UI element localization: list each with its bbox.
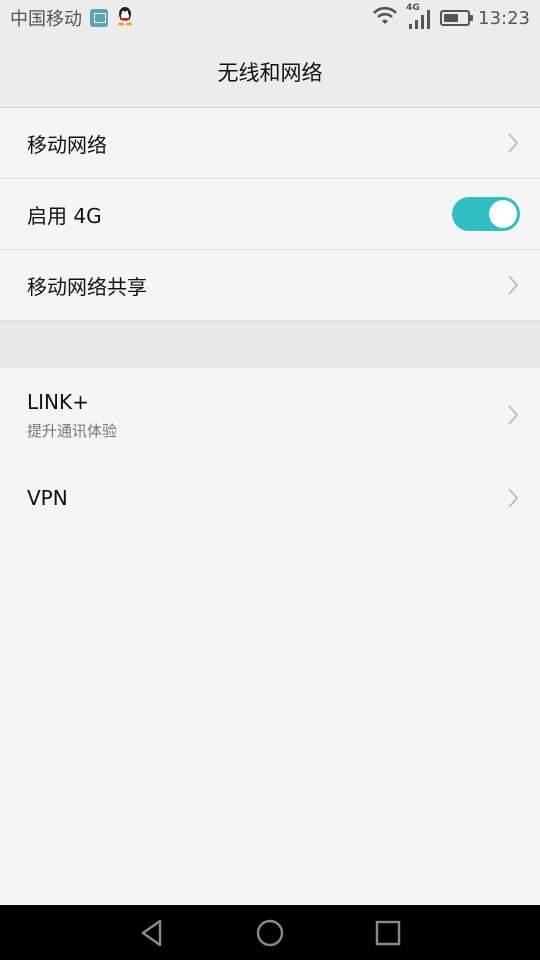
status-left: 中国移动	[10, 5, 134, 31]
recents-icon[interactable]	[373, 918, 403, 948]
link-plus-label: LINK+	[27, 389, 89, 414]
enable-4g-toggle[interactable]	[452, 197, 520, 231]
clock: 13:23	[478, 7, 530, 29]
cellular-signal-icon: 4G	[406, 3, 432, 30]
battery-icon	[440, 10, 474, 26]
link-plus-sublabel: 提升通讯体验	[27, 421, 118, 440]
navigation-bar	[0, 905, 540, 960]
section-divider	[0, 321, 540, 368]
back-icon[interactable]	[137, 918, 167, 948]
chevron-right-icon	[506, 132, 520, 154]
title-bar: 无线和网络	[0, 36, 540, 108]
tethering-label: 移动网络共享	[27, 274, 147, 299]
wifi-icon	[372, 6, 398, 31]
vpn-item[interactable]: VPN	[0, 462, 540, 534]
link-plus-item[interactable]: LINK+ 提升通讯体验	[0, 368, 540, 462]
vpn-label: VPN	[27, 486, 68, 510]
status-right: 4G 13:23	[372, 3, 530, 31]
chevron-right-icon	[506, 404, 520, 426]
chevron-right-icon	[506, 487, 520, 509]
enable-4g-label: 启用 4G	[27, 203, 102, 228]
enable-4g-item[interactable]: 启用 4G	[0, 179, 540, 250]
home-icon[interactable]	[255, 918, 285, 948]
chevron-right-icon	[506, 274, 520, 296]
page-title: 无线和网络	[217, 60, 323, 85]
tethering-item[interactable]: 移动网络共享	[0, 250, 540, 321]
gallery-notification-icon	[90, 9, 108, 27]
qq-icon	[116, 6, 134, 31]
carrier-label: 中国移动	[10, 9, 82, 30]
mobile-network-item[interactable]: 移动网络	[0, 108, 540, 179]
settings-section-2: LINK+ 提升通讯体验 VPN	[0, 368, 540, 534]
link-plus-texts: LINK+ 提升通讯体验	[27, 390, 506, 441]
battery-fill	[444, 14, 459, 22]
toggle-knob	[489, 200, 517, 228]
settings-section-1: 移动网络 启用 4G 移动网络共享	[0, 108, 540, 321]
status-bar: 中国移动 4G 13:23	[0, 0, 540, 36]
mobile-network-label: 移动网络	[27, 132, 107, 157]
